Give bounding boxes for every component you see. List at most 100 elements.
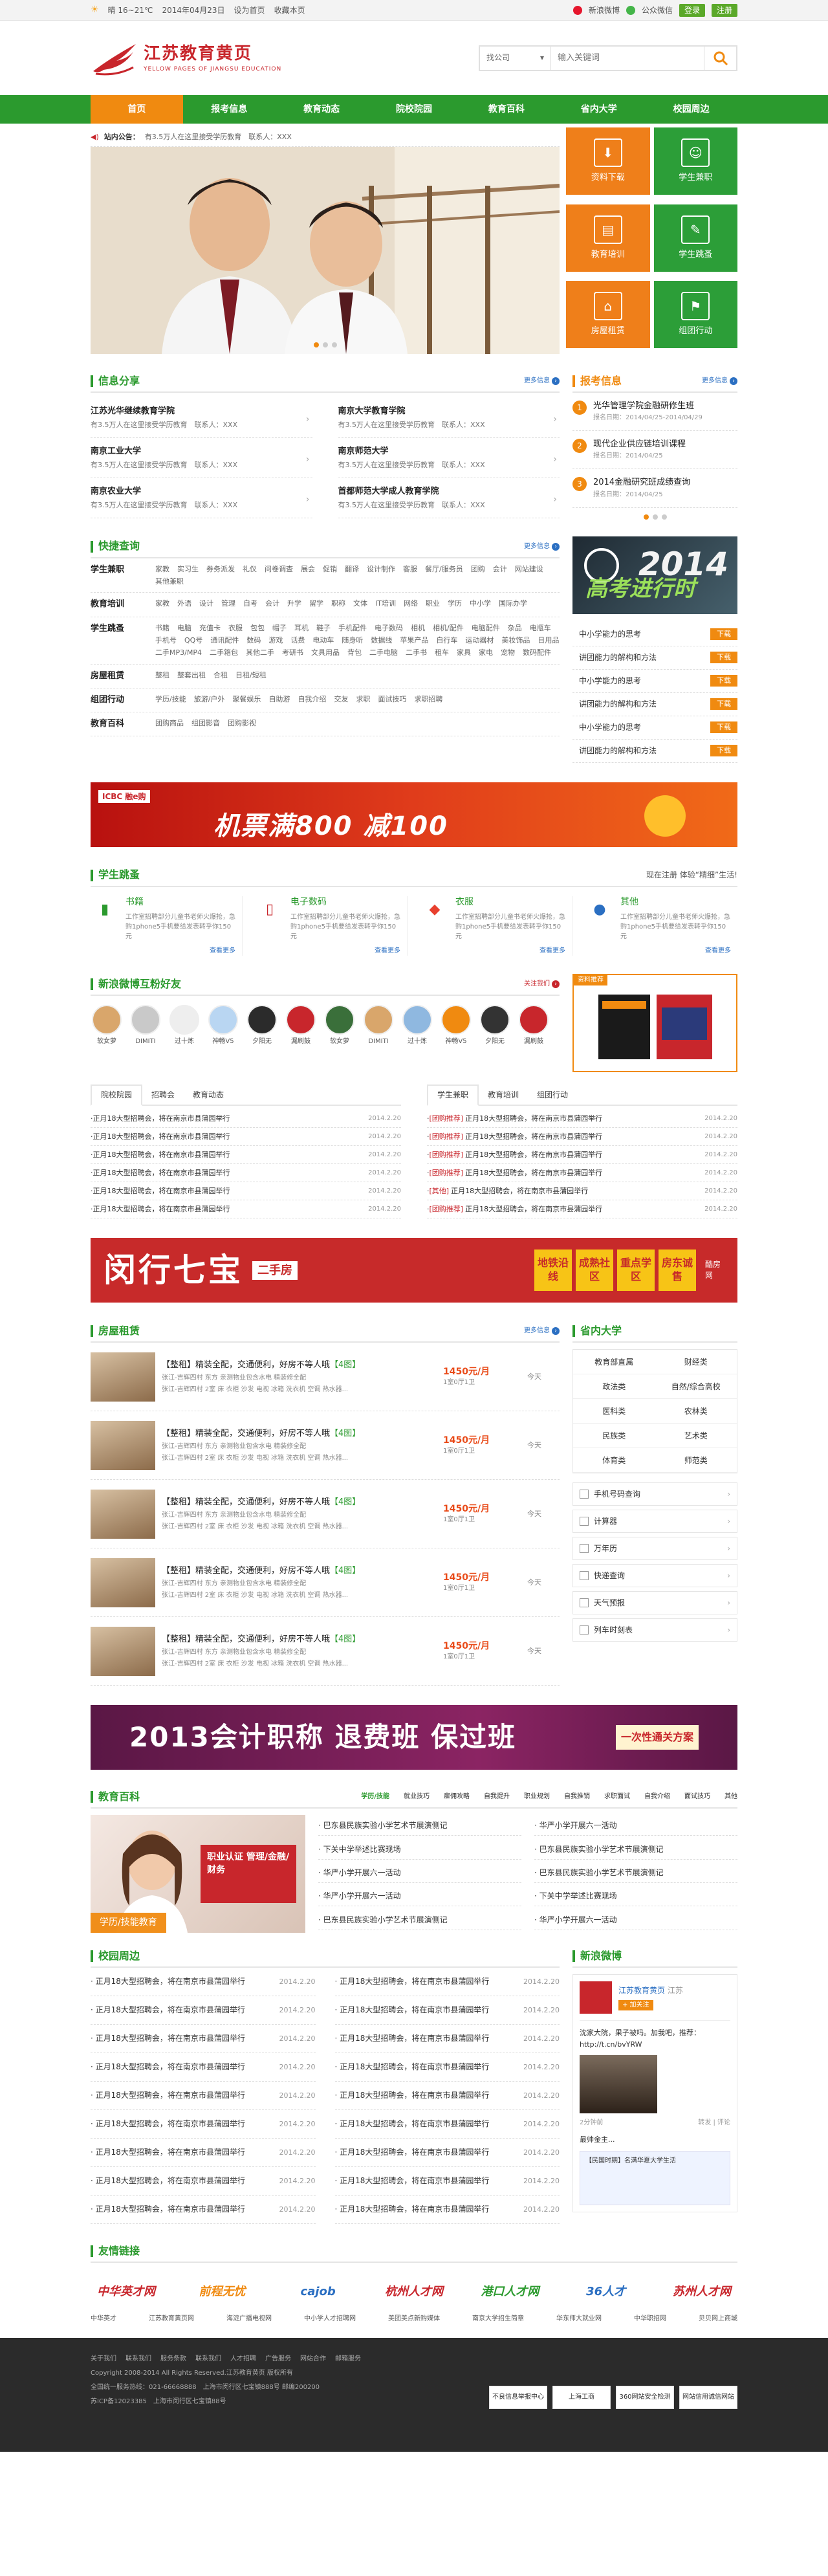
partner-logo[interactable]: 36人才	[571, 2277, 642, 2306]
quick-link[interactable]: 耳机	[294, 623, 309, 633]
quick-link[interactable]: 管理	[221, 599, 235, 610]
quick-link[interactable]: 背包	[347, 648, 362, 657]
banner-dots[interactable]	[91, 342, 560, 347]
friend-item[interactable]: 夕阳无	[479, 1005, 511, 1046]
quick-link[interactable]: 促销	[323, 564, 337, 574]
flea-category[interactable]: ◆ 衣服 工作室招聘部分儿童书老师火爆抢，急购1phone5手机要给发表转乎你150…	[420, 896, 572, 956]
friend-item[interactable]: 漏刷鼓	[285, 1005, 317, 1046]
footer-badge[interactable]: 360网站安全检测	[616, 2386, 674, 2410]
quick-link[interactable]: 客服	[403, 564, 417, 574]
download-item[interactable]: 中小学能力的思考 下载	[572, 716, 737, 740]
quick-link[interactable]: 网络	[404, 599, 418, 610]
house-title[interactable]: 【整租】精装全配，交通便利，好房不等人哦【4图】	[162, 1565, 437, 1577]
quick-link[interactable]: 自行车	[436, 635, 457, 645]
baike-item[interactable]: · 华严小学开展六一活动	[318, 1862, 521, 1883]
baike-tab[interactable]: 自我提升	[484, 1792, 510, 1801]
campus-item[interactable]: · 正月18大型招聘会，将在南京市县蒲园举行 2014.2.20	[334, 2139, 560, 2168]
footer-link[interactable]: 人才招聘	[230, 2355, 256, 2362]
quick-link[interactable]: QQ号	[184, 635, 202, 645]
baike-tab[interactable]: 求职面试	[604, 1792, 630, 1801]
download-button[interactable]: 下载	[710, 675, 737, 687]
house-title[interactable]: 【整租】精装全配，交通便利，好房不等人哦【4图】	[162, 1360, 437, 1371]
more-link[interactable]: 查看更多	[455, 947, 565, 956]
quick-link[interactable]: 杂品	[508, 623, 522, 633]
baike-item[interactable]: · 巴东县民族实验小学艺术节展演侧记	[534, 1839, 737, 1860]
news-item[interactable]: · [团购推荐] 正月18大型招聘会，将在南京市县蒲园举行 2014.2.20	[427, 1200, 737, 1219]
quick-link[interactable]: 通讯配件	[210, 635, 239, 645]
avatar[interactable]	[364, 1005, 393, 1035]
avatar[interactable]	[580, 1981, 612, 2014]
tile-training[interactable]: ▤ 教育培训	[566, 204, 650, 272]
tab-schools[interactable]: 院校院园	[91, 1084, 143, 1106]
friend-item[interactable]: 软女萝	[323, 1005, 356, 1046]
partner-logo[interactable]: 杭州人才网	[378, 2277, 450, 2306]
baike-tab[interactable]: 其他	[724, 1792, 737, 1801]
list-item[interactable]: 南京大学教育学院 有3.5万人在这里接受学历教育 联系人：XXX ›	[338, 398, 560, 438]
quick-link[interactable]: 网站建设	[515, 564, 543, 574]
quick-link[interactable]: 旅游/户外	[194, 694, 225, 706]
quick-link[interactable]: 交友	[334, 694, 348, 706]
campus-item[interactable]: · 正月18大型招聘会，将在南京市县蒲园举行 2014.2.20	[91, 2110, 316, 2139]
more-link[interactable]: 查看更多	[125, 947, 235, 956]
univ-category-link[interactable]: 艺术类	[655, 1424, 737, 1449]
news-item[interactable]: · 正月18大型招聘会，将在南京市县蒲园举行 2014.2.20	[91, 1128, 401, 1147]
footer-link[interactable]: 邮箱服务	[335, 2355, 361, 2362]
baike-item[interactable]: · 下关中学举述比赛现场	[534, 1886, 737, 1907]
baike-feature-image[interactable]: 职业认证 管理/金融/财务 学历/技能教育	[91, 1815, 305, 1933]
quick-link[interactable]: 相机	[411, 623, 425, 633]
download-button[interactable]: 下载	[710, 698, 737, 710]
quick-link[interactable]: 组团影音	[191, 718, 220, 730]
more-link[interactable]: 更多信息 ›	[524, 1327, 560, 1336]
quick-link[interactable]: 电脑	[177, 623, 191, 633]
footer-link[interactable]: 关于我们	[91, 2355, 116, 2362]
quick-link[interactable]: 包包	[250, 623, 265, 633]
univ-category-link[interactable]: 自然/综合高校	[655, 1374, 737, 1400]
footer-link[interactable]: 广告服务	[265, 2355, 291, 2362]
univ-category-link[interactable]: 财经类	[655, 1350, 737, 1375]
list-item[interactable]: 首都师范大学成人教育学院 有3.5万人在这里接受学历教育 联系人：XXX ›	[338, 478, 560, 518]
list-item[interactable]: 江苏光华继续教育学院 有3.5万人在这里接受学历教育 联系人：XXX ›	[91, 398, 312, 438]
quick-link[interactable]: 苹果产品	[400, 635, 428, 645]
flea-category[interactable]: ▯ 电子数码 工作室招聘部分儿童书老师火爆抢，急购1phone5手机要给发表转乎你1…	[256, 896, 408, 956]
quick-link[interactable]: 学历	[448, 599, 462, 610]
campus-item[interactable]: · 正月18大型招聘会，将在南京市县蒲园举行 2014.2.20	[91, 2025, 316, 2054]
friend-item[interactable]: 软女萝	[91, 1005, 123, 1046]
quick-link[interactable]: 整套出租	[177, 670, 206, 682]
quick-link[interactable]: 电脑配件	[472, 623, 500, 633]
follow-us-link[interactable]: 关注我们 ›	[524, 980, 560, 989]
category-title[interactable]: 衣服	[455, 896, 565, 909]
avatar[interactable]	[519, 1005, 549, 1035]
register-button[interactable]: 注册	[711, 3, 737, 17]
nav-schools[interactable]: 院校院园	[368, 95, 461, 124]
quick-link[interactable]: 数据线	[371, 635, 392, 645]
weibo-link[interactable]: 新浪微博	[589, 5, 620, 16]
login-button[interactable]: 登录	[679, 3, 705, 17]
quick-link[interactable]: 餐厅/服务员	[425, 564, 463, 574]
list-item[interactable]: 南京农业大学 有3.5万人在这里接受学历教育 联系人：XXX ›	[91, 478, 312, 518]
campus-item[interactable]: · 正月18大型招聘会，将在南京市县蒲园举行 2014.2.20	[91, 2139, 316, 2168]
quick-link[interactable]: 相机/配件	[433, 623, 464, 633]
partner-link[interactable]: 美团美点新购媒体	[388, 2315, 440, 2324]
quick-link[interactable]: 日租/短租	[235, 670, 267, 682]
download-item[interactable]: 讲团能力的解构和方法 下载	[572, 740, 737, 763]
list-item[interactable]: 南京工业大学 有3.5万人在这里接受学历教育 联系人：XXX ›	[91, 438, 312, 478]
quick-link[interactable]: 二手电脑	[369, 648, 398, 657]
list-item[interactable]: 南京师范大学 有3.5万人在这里接受学历教育 联系人：XXX ›	[338, 438, 560, 478]
baike-tab[interactable]: 职业规划	[524, 1792, 550, 1801]
friend-item[interactable]: 过十炼	[401, 1005, 433, 1046]
search-input[interactable]	[551, 46, 704, 70]
weibo-card[interactable]: 【民国时期】名满华夏大学生活	[580, 2150, 730, 2205]
campus-item[interactable]: · 正月18大型招聘会，将在南京市县蒲园举行 2014.2.20	[334, 2025, 560, 2054]
quick-link[interactable]: 宠物	[501, 648, 515, 657]
nav-home[interactable]: 首页	[91, 95, 183, 124]
avatar[interactable]	[441, 1005, 471, 1035]
notice-text[interactable]: 有3.5万人在这里接受学历教育 联系人：XXX	[145, 132, 292, 142]
quick-link[interactable]: 会计	[265, 599, 279, 610]
footer-link[interactable]: 联系我们	[125, 2355, 151, 2362]
gaokao-banner[interactable]: 2014 高考进行时	[572, 536, 737, 614]
quick-link[interactable]: 美妆饰品	[501, 635, 530, 645]
news-item[interactable]: · [团购推荐] 正月18大型招聘会，将在南京市县蒲园举行 2014.2.20	[427, 1146, 737, 1165]
more-link[interactable]: 更多信息 ›	[524, 377, 560, 386]
flea-category[interactable]: ● 其他 工作室招聘部分儿童书老师火爆抢，急购1phone5手机要给发表转乎你150…	[585, 896, 737, 956]
partner-link[interactable]: 中小学人才招聘网	[304, 2315, 356, 2324]
